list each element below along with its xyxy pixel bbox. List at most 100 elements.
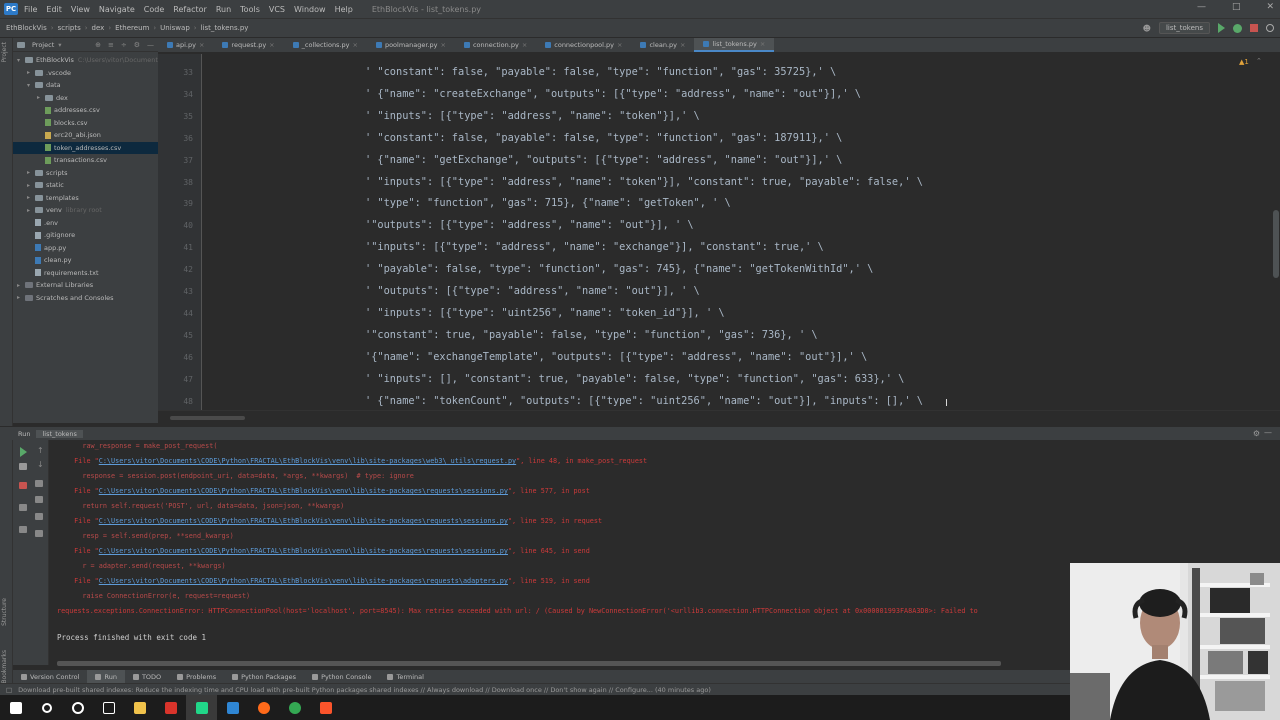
menu-item-navigate[interactable]: Navigate [99, 5, 135, 14]
menu-item-help[interactable]: Help [335, 5, 353, 14]
close-icon[interactable]: × [680, 41, 685, 49]
stop-icon[interactable] [19, 482, 27, 489]
run-configuration-select[interactable]: list_tokens [1158, 22, 1210, 34]
tree-item[interactable]: ▸ External Libraries [17, 279, 93, 291]
tree-item[interactable]: transactions.csv [37, 154, 107, 166]
code-line[interactable]: ' {"name": "getExchange", "outputs": [{"… [365, 154, 842, 166]
warning-indicator[interactable]: ▲1 [1239, 58, 1249, 66]
chevron-right-icon[interactable]: ▸ [27, 207, 35, 214]
tree-item[interactable]: clean.py [27, 254, 72, 266]
menu-item-refactor[interactable]: Refactor [173, 5, 207, 14]
tree-item[interactable]: ▸ templates [27, 192, 79, 204]
chevron-down-icon[interactable]: ▾ [58, 41, 61, 49]
brave-taskbar-button[interactable] [310, 695, 341, 720]
close-icon[interactable]: × [522, 41, 527, 49]
gear-icon[interactable]: ⚙ [1253, 429, 1260, 438]
file-link[interactable]: C:\Users\vitor\Documents\CODE\Python\FRA… [99, 517, 508, 525]
menu-item-run[interactable]: Run [216, 5, 231, 14]
console-line[interactable]: File "C:\Users\vitor\Documents\CODE\Pyth… [66, 487, 590, 495]
bottom-tab-problems[interactable]: Problems [169, 670, 224, 684]
expand-all-icon[interactable]: ÷ [121, 41, 127, 49]
scroll-to-end-icon[interactable] [35, 496, 43, 503]
menu-item-vcs[interactable]: VCS [269, 5, 285, 14]
menu-item-view[interactable]: View [71, 5, 90, 14]
editor-tab[interactable]: request.py × [213, 38, 283, 52]
hide-icon[interactable]: — [1264, 428, 1272, 437]
file-link[interactable]: C:\Users\vitor\Documents\CODE\Python\FRA… [99, 547, 508, 555]
menu-item-window[interactable]: Window [294, 5, 326, 14]
debug-icon[interactable] [1233, 23, 1242, 33]
chevron-right-icon[interactable]: ▸ [17, 282, 25, 289]
console-line[interactable]: File "C:\Users\vitor\Documents\CODE\Pyth… [66, 577, 590, 585]
bottom-tab-terminal[interactable]: Terminal [379, 670, 431, 684]
tree-item[interactable]: erc20_abi.json [37, 129, 101, 141]
cortana-taskbar-button[interactable] [62, 695, 93, 720]
pycharm-taskbar-button[interactable] [186, 695, 217, 720]
tree-item[interactable]: .env [27, 217, 58, 229]
chevron-right-icon[interactable]: ▸ [27, 182, 35, 189]
bottom-tab-todo[interactable]: TODO [125, 670, 169, 684]
code-line[interactable]: ' {"name": "createExchange", "outputs": … [365, 88, 861, 100]
unknown-red-app-taskbar-button[interactable] [155, 695, 186, 720]
search-icon[interactable] [1266, 24, 1274, 32]
bookmarks-tool-button[interactable]: Bookmarks [1, 650, 8, 684]
minimize-button[interactable]: — [1197, 2, 1206, 12]
code-line[interactable]: '{"name": "exchangeTemplate", "outputs":… [365, 351, 867, 363]
chevron-right-icon[interactable]: ▸ [17, 294, 25, 301]
close-icon[interactable]: × [760, 40, 765, 48]
tree-item[interactable]: ▸ .vscode [27, 67, 71, 79]
file-link[interactable]: C:\Users\vitor\Documents\CODE\Python\FRA… [99, 457, 516, 465]
file-explorer-taskbar-button[interactable] [124, 695, 155, 720]
close-icon[interactable]: × [199, 41, 204, 49]
print-icon[interactable] [35, 513, 43, 520]
code-line[interactable]: ' {"name": "tokenCount", "outputs": [{"t… [365, 395, 923, 407]
status-message[interactable]: Download pre-built shared indexes: Reduc… [18, 686, 711, 694]
close-icon[interactable]: × [441, 41, 446, 49]
code-line[interactable]: ' "inputs": [], "constant": true, "payab… [365, 373, 904, 385]
code-line[interactable]: ' "type": "function", "gas": 715}, {"nam… [365, 197, 731, 209]
tree-item[interactable]: ▸ venv library root [27, 204, 102, 216]
bottom-tab-python-packages[interactable]: Python Packages [224, 670, 304, 684]
add-icon[interactable]: ⊕ [95, 41, 101, 49]
up-arrow-icon[interactable]: ↑ [37, 446, 44, 455]
editor-tab[interactable]: connection.py × [455, 38, 536, 52]
editor-tab[interactable]: poolmanager.py × [367, 38, 455, 52]
code-line[interactable]: ' "inputs": [{"type": "uint256", "name":… [365, 307, 725, 319]
console-horizontal-scrollbar[interactable] [57, 661, 1001, 666]
close-icon[interactable]: × [269, 41, 274, 49]
gear-icon[interactable]: ⚙ [134, 41, 140, 49]
collapse-all-icon[interactable]: ≡ [108, 41, 114, 49]
tree-item[interactable]: ▸ scripts [27, 167, 68, 179]
tree-item[interactable]: token_addresses.csv [13, 141, 158, 154]
rerun-icon[interactable] [20, 447, 27, 457]
tree-item[interactable]: blocks.csv [37, 117, 88, 129]
close-icon[interactable]: × [353, 41, 358, 49]
tree-item[interactable]: addresses.csv [37, 104, 100, 116]
search-taskbar-button[interactable] [31, 695, 62, 720]
tree-item[interactable]: ▸ static [27, 179, 64, 191]
wrench-icon[interactable] [19, 463, 27, 470]
task-view-taskbar-button[interactable] [93, 695, 124, 720]
code-line[interactable]: ' "outputs": [{"type": "address", "name"… [365, 285, 700, 297]
menu-item-code[interactable]: Code [144, 5, 164, 14]
editor-tab[interactable]: list_tokens.py × [694, 38, 775, 52]
editor-vertical-scrollbar[interactable] [1273, 210, 1279, 278]
chevron-down-icon[interactable]: ▾ [17, 57, 25, 64]
project-tool-button[interactable]: Project [1, 42, 8, 63]
breadcrumb-item[interactable]: Ethereum [115, 24, 149, 32]
chevron-down-icon[interactable]: ▾ [27, 82, 35, 89]
tree-item[interactable]: ▸ dex [37, 92, 68, 104]
menu-item-edit[interactable]: Edit [46, 5, 62, 14]
bottom-tab-version-control[interactable]: Version Control [13, 670, 87, 684]
editor-horizontal-scrollbar[interactable] [158, 410, 1280, 423]
breadcrumb-item[interactable]: Uniswap [160, 24, 190, 32]
code-line[interactable]: ' "inputs": [{"type": "address", "name":… [365, 176, 923, 188]
code-line[interactable]: ' "payable": false, "type": "function", … [365, 263, 873, 275]
bottom-tab-run[interactable]: Run [87, 669, 125, 684]
close-window-button[interactable]: ✕ [1266, 2, 1274, 12]
layout-icon[interactable] [19, 504, 27, 511]
trash-icon[interactable] [35, 530, 43, 537]
console-line[interactable]: File "C:\Users\vitor\Documents\CODE\Pyth… [66, 547, 590, 555]
code-line[interactable]: ' "constant": false, "payable": false, "… [365, 66, 836, 78]
warning-chevron-icon[interactable]: ⌃ [1256, 57, 1262, 65]
